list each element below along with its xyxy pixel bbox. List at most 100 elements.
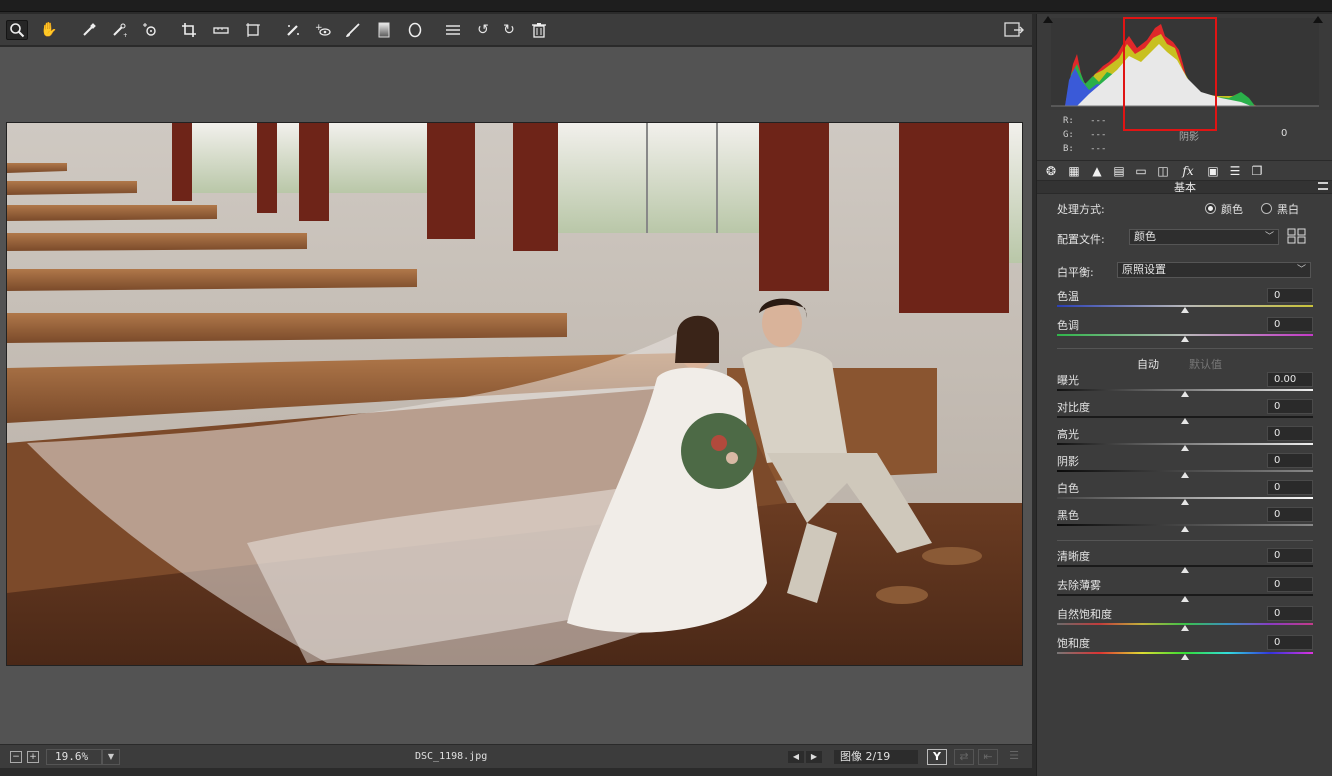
treatment-bw-radio[interactable] [1261, 203, 1272, 214]
adjustment-brush-icon[interactable] [342, 20, 364, 40]
slider-value[interactable]: 0 [1267, 507, 1313, 522]
profile-browser-icon[interactable] [1287, 228, 1307, 244]
profile-label: 配置文件: [1057, 233, 1105, 246]
toggle-settings-icon[interactable]: ☰ [1004, 749, 1024, 765]
color-sampler-icon[interactable]: + [108, 20, 130, 40]
white-balance-icon[interactable] [78, 20, 100, 40]
slider-clarity[interactable]: 清晰度 0 [1057, 548, 1313, 574]
crop-icon[interactable] [178, 20, 200, 40]
profile-select[interactable]: 颜色 ﹀ [1129, 229, 1279, 245]
camera-calibration-tab-icon[interactable]: ▣ [1205, 163, 1221, 179]
slider-temperature[interactable]: 色温 0 [1057, 288, 1313, 314]
slider-thumb[interactable] [1181, 336, 1189, 342]
slider-label: 自然饱和度 [1057, 608, 1112, 621]
graduated-filter-icon[interactable] [373, 20, 395, 40]
slider-thumb[interactable] [1181, 596, 1189, 602]
before-after-view-button[interactable]: Y [927, 749, 947, 765]
g-label: G: [1063, 130, 1074, 140]
svg-text:+: + [315, 23, 323, 33]
slider-value[interactable]: 0 [1267, 317, 1313, 332]
slider-thumb[interactable] [1181, 654, 1189, 660]
zoom-level-field[interactable]: 19.6% [46, 749, 102, 765]
slider-value[interactable]: 0 [1267, 606, 1313, 621]
panel-tab-strip: ❂ ▦ ▲ ▤ ▭ ◫ fx ▣ ☰ ❐ [1037, 160, 1332, 180]
slider-thumb[interactable] [1181, 526, 1189, 532]
slider-label: 黑色 [1057, 509, 1079, 522]
white-balance-label: 白平衡: [1057, 266, 1094, 279]
zoom-dropdown[interactable]: ▼ [102, 749, 120, 765]
image-preview-area[interactable] [0, 47, 1032, 744]
snapshots-tab-icon[interactable]: ❐ [1249, 163, 1265, 179]
slider-thumb[interactable] [1181, 307, 1189, 313]
next-image-button[interactable]: ▶ [806, 751, 822, 763]
previous-image-button[interactable]: ◀ [788, 751, 804, 763]
slider-thumb[interactable] [1181, 567, 1189, 573]
radial-filter-icon[interactable] [404, 20, 426, 40]
slider-label: 高光 [1057, 428, 1079, 441]
panel-menu-icon[interactable] [1318, 182, 1328, 190]
slider-highlights[interactable]: 高光 0 [1057, 426, 1313, 452]
slider-value[interactable]: 0 [1267, 480, 1313, 495]
slider-thumb[interactable] [1181, 445, 1189, 451]
auto-button[interactable]: 自动 [1137, 356, 1159, 372]
slider-exposure[interactable]: 曝光 0.00 [1057, 372, 1313, 398]
slider-value[interactable]: 0 [1267, 426, 1313, 441]
r-label: R: [1063, 116, 1074, 126]
slider-thumb[interactable] [1181, 499, 1189, 505]
default-button[interactable]: 默认值 [1189, 356, 1222, 372]
highlight-clipping-warning-icon[interactable] [1313, 16, 1323, 23]
slider-value[interactable]: 0.00 [1267, 372, 1313, 387]
copy-settings-icon[interactable]: ⇤ [978, 749, 998, 765]
detail-tab-icon[interactable]: ▲ [1089, 163, 1105, 179]
zoom-out-button[interactable]: − [10, 751, 22, 763]
chevron-down-icon: ﹀ [1296, 265, 1306, 275]
slider-contrast[interactable]: 对比度 0 [1057, 399, 1313, 425]
slider-value[interactable]: 0 [1267, 453, 1313, 468]
slider-whites[interactable]: 白色 0 [1057, 480, 1313, 506]
slider-value[interactable]: 0 [1267, 577, 1313, 592]
spot-removal-icon[interactable] [282, 20, 304, 40]
slider-saturation[interactable]: 饱和度 0 [1057, 635, 1313, 661]
rotate-right-icon[interactable]: ↻ [498, 20, 520, 40]
white-balance-select[interactable]: 原照设置 ﹀ [1117, 262, 1311, 278]
swap-settings-icon[interactable]: ⇄ [954, 749, 974, 765]
histogram-highlight-box [1123, 17, 1217, 131]
red-eye-icon[interactable]: + [312, 20, 334, 40]
slider-shadows[interactable]: 阴影 0 [1057, 453, 1313, 479]
lens-corrections-tab-icon[interactable]: ◫ [1155, 163, 1171, 179]
preferences-icon[interactable] [442, 20, 464, 40]
slider-value[interactable]: 0 [1267, 548, 1313, 563]
zoom-icon[interactable] [6, 20, 28, 40]
straighten-icon[interactable] [210, 20, 232, 40]
slider-thumb[interactable] [1181, 418, 1189, 424]
presets-tab-icon[interactable]: ☰ [1227, 163, 1243, 179]
photo-illustration [7, 123, 1022, 665]
treatment-color-radio[interactable] [1205, 203, 1216, 214]
basic-tab-icon[interactable]: ❂ [1043, 163, 1059, 179]
trash-icon[interactable] [528, 20, 550, 40]
slider-thumb[interactable] [1181, 391, 1189, 397]
slider-thumb[interactable] [1181, 472, 1189, 478]
shadow-clipping-warning-icon[interactable] [1043, 16, 1053, 23]
slider-dehaze[interactable]: 去除薄雾 0 [1057, 577, 1313, 603]
slider-vibrance[interactable]: 自然饱和度 0 [1057, 606, 1313, 632]
effects-tab-icon[interactable]: fx [1180, 163, 1196, 179]
slider-value[interactable]: 0 [1267, 635, 1313, 650]
hsl-tab-icon[interactable]: ▤ [1111, 163, 1127, 179]
slider-thumb[interactable] [1181, 625, 1189, 631]
slider-tint[interactable]: 色调 0 [1057, 317, 1313, 343]
rotate-left-icon[interactable]: ↺ [472, 20, 494, 40]
target-adjustment-icon[interactable] [139, 20, 161, 40]
zoom-in-button[interactable]: + [27, 751, 39, 763]
adjustment-panel: R: --- G: --- B: --- 阴影 0 ❂ ▦ ▲ ▤ ▭ ◫ fx… [1036, 14, 1332, 776]
slider-value[interactable]: 0 [1267, 288, 1313, 303]
slider-value[interactable]: 0 [1267, 399, 1313, 414]
split-toning-tab-icon[interactable]: ▭ [1133, 163, 1149, 179]
transform-icon[interactable] [242, 20, 264, 40]
fullscreen-exit-icon[interactable] [1004, 22, 1024, 38]
panel-title: 基本 [1037, 180, 1332, 194]
tone-curve-tab-icon[interactable]: ▦ [1066, 163, 1082, 179]
treatment-label: 处理方式: [1057, 203, 1105, 216]
slider-blacks[interactable]: 黑色 0 [1057, 507, 1313, 533]
hand-icon[interactable]: ✋ [38, 20, 60, 40]
